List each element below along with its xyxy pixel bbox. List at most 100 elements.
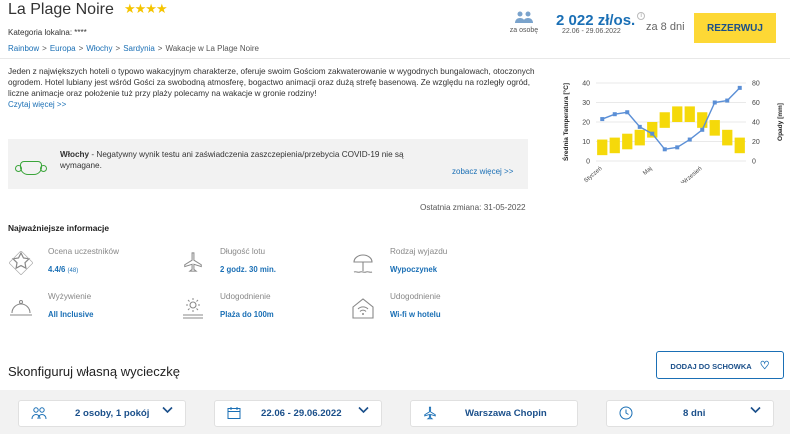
read-more-link[interactable]: Czytaj więcej >> bbox=[8, 100, 66, 109]
departure-airport-select[interactable]: Warszawa Chopin bbox=[410, 400, 578, 427]
precipitation-point bbox=[625, 110, 630, 115]
temperature-bar bbox=[622, 133, 633, 150]
precipitation-point bbox=[737, 85, 742, 90]
configure-title: Skonfiguruj własną wycieczkę bbox=[8, 364, 180, 379]
beach-umbrella-icon bbox=[350, 251, 376, 275]
rating-count: (48) bbox=[67, 268, 79, 274]
duration-select[interactable]: 8 dni bbox=[606, 400, 774, 427]
x-tick-label: Maj bbox=[642, 166, 653, 177]
breadcrumb-separator: > bbox=[115, 44, 121, 53]
chevron-down-icon bbox=[358, 406, 369, 417]
calendar-icon bbox=[227, 406, 241, 423]
precipitation-point bbox=[600, 117, 605, 122]
info-item-beach: Udogodnienie Plaża do 100m bbox=[180, 292, 340, 324]
people-icon bbox=[504, 10, 544, 26]
temperature-bar bbox=[609, 137, 620, 154]
covid-country: Włochy bbox=[60, 150, 90, 159]
plane-icon bbox=[180, 251, 206, 275]
rating-value: 4.4/6 bbox=[48, 265, 66, 274]
y-axis-label: Średnia Temperatura [°C] bbox=[561, 83, 570, 161]
travelers-select[interactable]: 2 osoby, 1 pokój bbox=[18, 400, 186, 427]
breadcrumb-item-wlochy[interactable]: Włochy bbox=[86, 44, 112, 53]
info-value: Wi-fi w hotelu bbox=[390, 310, 441, 319]
info-label: Udogodnienie bbox=[390, 292, 441, 301]
add-to-favorites-button[interactable]: DODAJ DO SCHOWKA ♡ bbox=[656, 351, 784, 379]
climate-chart: 0 10 20 30 40 0 20 40 60 80 Styczeń Maj Wrzesień Śred… bbox=[561, 81, 784, 184]
covid-see-more-link[interactable]: zobacz więcej >> bbox=[452, 167, 513, 176]
price-value: 2 022 zł/os. bbox=[556, 12, 636, 29]
temperature-bar bbox=[659, 112, 670, 128]
precipitation-point bbox=[700, 127, 705, 132]
precipitation-point bbox=[662, 147, 667, 152]
info-value: 2 godz. 30 min. bbox=[220, 265, 276, 274]
heart-icon: ♡ bbox=[759, 359, 770, 372]
info-item-trip-type: Rodzaj wyjazdu Wypoczynek bbox=[350, 247, 510, 279]
price-dates: 22.06 - 29.06.2022 bbox=[562, 28, 621, 35]
y-tick-label: 0 bbox=[586, 159, 590, 166]
precipitation-point bbox=[637, 124, 642, 129]
breadcrumb-item-sardynia[interactable]: Sardynia bbox=[123, 44, 155, 53]
travelers-value: 2 osoby, 1 pokój bbox=[75, 408, 150, 419]
y-right-tick-label: 0 bbox=[752, 159, 756, 166]
temperature-bar bbox=[734, 137, 745, 154]
dates-select[interactable]: 22.06 - 29.06.2022 bbox=[214, 400, 382, 427]
breadcrumb-separator: > bbox=[42, 44, 47, 53]
x-tick-label: Wrzesień bbox=[681, 166, 704, 183]
covid-info-box: Włochy - Negatywny wynik testu ani zaświ… bbox=[8, 139, 528, 189]
info-item-flight: Długość lotu 2 godz. 30 min. bbox=[180, 247, 340, 279]
info-label: Wyżywienie bbox=[48, 292, 92, 301]
covid-text: Włochy - Negatywny wynik testu ani zaświ… bbox=[60, 149, 420, 171]
temperature-bar bbox=[684, 106, 695, 122]
info-value: All Inclusive bbox=[48, 310, 94, 319]
price: 2 022 zł/os. i bbox=[556, 12, 646, 29]
reserve-button[interactable]: REZERWUJ bbox=[694, 13, 776, 43]
breadcrumb-item-europa[interactable]: Europa bbox=[50, 44, 76, 53]
people-icon bbox=[31, 406, 47, 423]
info-value[interactable]: 4.4/6 (48) bbox=[48, 265, 78, 274]
trip-duration: za 8 dni bbox=[646, 21, 685, 33]
temperature-bar bbox=[722, 129, 733, 146]
info-value: Plaża do 100m bbox=[220, 310, 274, 319]
breadcrumb: Rainbow > Europa > Włochy > Sardynia > Wakacje w… bbox=[8, 44, 259, 53]
y-tick-label: 10 bbox=[582, 139, 590, 146]
precipitation-point bbox=[612, 112, 617, 117]
y-right-tick-label: 40 bbox=[752, 120, 760, 127]
add-to-favorites-label: DODAJ DO SCHOWKA bbox=[670, 361, 752, 371]
breadcrumb-separator: > bbox=[78, 44, 84, 53]
breadcrumb-item-rainbow[interactable]: Rainbow bbox=[8, 44, 39, 53]
y-tick-label: 30 bbox=[582, 100, 590, 107]
last-change: Ostatnia zmiana: 31-05-2022 bbox=[420, 203, 526, 212]
y-right-tick-label: 80 bbox=[752, 81, 760, 88]
precipitation-point bbox=[687, 137, 692, 142]
plane-icon bbox=[423, 406, 437, 423]
duration-value: 8 dni bbox=[683, 408, 706, 419]
y-tick-label: 40 bbox=[582, 81, 590, 88]
info-value: Wypoczynek bbox=[390, 265, 438, 274]
precipitation-point bbox=[675, 145, 680, 150]
y-right-tick-label: 60 bbox=[752, 100, 760, 107]
y-right-tick-label: 20 bbox=[752, 139, 760, 146]
per-person-label: za osobę bbox=[509, 27, 539, 34]
clock-icon bbox=[619, 406, 633, 423]
info-item-rating: Ocena uczestników 4.4/6 (48) bbox=[8, 247, 168, 279]
star-rating: ★★★★ bbox=[124, 1, 168, 16]
info-item-wifi: Udogodnienie Wi-fi w hotelu bbox=[350, 292, 510, 324]
per-person-indicator: za osobę bbox=[504, 10, 544, 34]
local-category: Kategoria lokalna: **** bbox=[8, 28, 87, 37]
y-right-axis-label: Opady [mm] bbox=[777, 103, 784, 141]
temperature-bar bbox=[709, 120, 720, 136]
precipitation-point bbox=[650, 131, 655, 136]
covid-message: - Negatywny wynik testu ani zaświadczeni… bbox=[60, 150, 404, 170]
precipitation-point bbox=[712, 100, 717, 105]
x-tick-label: Styczeń bbox=[583, 166, 603, 183]
chevron-down-icon bbox=[750, 406, 761, 417]
info-icon[interactable]: i bbox=[637, 12, 646, 20]
info-label: Ocena uczestników bbox=[48, 247, 119, 256]
info-label: Rodzaj wyjazdu bbox=[390, 247, 448, 256]
divider bbox=[0, 58, 790, 59]
temperature-bar bbox=[634, 129, 645, 146]
hotel-description: Jeden z największych hoteli o typowo wak… bbox=[8, 67, 535, 98]
temperature-bar bbox=[697, 112, 708, 128]
info-label: Udogodnienie bbox=[220, 292, 271, 301]
cloche-icon bbox=[8, 296, 34, 320]
